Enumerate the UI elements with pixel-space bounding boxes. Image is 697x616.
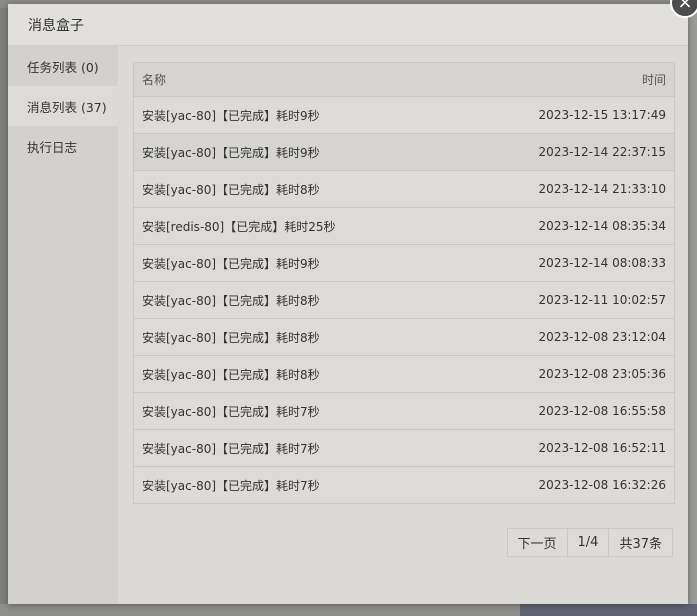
message-list-panel: 名称 时间 安装[yac-80]【已完成】耗时9秒 2023-12-15 13:1… [118, 46, 688, 604]
message-name: 安装[yac-80]【已完成】耗时7秒 [142, 441, 320, 456]
message-table: 名称 时间 安装[yac-80]【已完成】耗时9秒 2023-12-15 13:1… [133, 62, 675, 504]
table-row: 安装[yac-80]【已完成】耗时9秒 2023-12-14 08:08:33 [134, 244, 674, 281]
total-count: 共37条 [608, 529, 672, 556]
dialog-title: 消息盒子 [28, 17, 84, 34]
message-name: 安装[yac-80]【已完成】耗时8秒 [142, 367, 320, 382]
sidebar-item-messages[interactable]: 消息列表 (37) [8, 86, 118, 126]
sidebar-item-label: 任务列表 (0) [27, 59, 99, 75]
background-page-bottom [0, 604, 697, 616]
table-row: 安装[yac-80]【已完成】耗时8秒 2023-12-14 21:33:10 [134, 170, 674, 207]
table-header: 名称 时间 [134, 63, 674, 96]
message-time: 2023-12-08 23:05:36 [538, 367, 666, 381]
message-time: 2023-12-14 08:08:33 [538, 256, 666, 270]
table-row: 安装[yac-80]【已完成】耗时7秒 2023-12-08 16:55:58 [134, 392, 674, 429]
message-box-dialog: 消息盒子 × 任务列表 (0) 消息列表 (37) 执行日志 名称 时间 安装[… [8, 0, 697, 604]
page-indicator: 1/4 [566, 529, 609, 556]
sidebar-item-tasks[interactable]: 任务列表 (0) [8, 46, 118, 86]
sidebar-item-execution-log[interactable]: 执行日志 [8, 126, 118, 166]
table-row: 安装[yac-80]【已完成】耗时9秒 2023-12-14 22:37:15 [134, 133, 674, 170]
message-name: 安装[redis-80]【已完成】耗时25秒 [142, 219, 336, 234]
sidebar-item-label: 执行日志 [27, 139, 78, 155]
message-time: 2023-12-08 23:12:04 [538, 330, 666, 344]
message-time: 2023-12-08 16:32:26 [538, 478, 666, 492]
message-time: 2023-12-14 21:33:10 [538, 182, 666, 196]
table-row: 安装[yac-80]【已完成】耗时8秒 2023-12-08 23:05:36 [134, 355, 674, 392]
message-name: 安装[yac-80]【已完成】耗时8秒 [142, 182, 320, 197]
table-row: 安装[redis-80]【已完成】耗时25秒 2023-12-14 08:35:3… [134, 207, 674, 244]
message-time: 2023-12-15 13:17:49 [538, 108, 666, 122]
sidebar: 任务列表 (0) 消息列表 (37) 执行日志 [8, 46, 118, 604]
table-row: 安装[yac-80]【已完成】耗时9秒 2023-12-15 13:17:49 [134, 96, 674, 133]
message-time: 2023-12-08 16:52:11 [538, 441, 666, 455]
message-time: 2023-12-08 16:55:58 [538, 404, 666, 418]
message-time: 2023-12-11 10:02:57 [538, 293, 666, 307]
message-time: 2023-12-14 22:37:15 [538, 145, 666, 159]
table-row: 安装[yac-80]【已完成】耗时8秒 2023-12-11 10:02:57 [134, 281, 674, 318]
message-name: 安装[yac-80]【已完成】耗时7秒 [142, 404, 320, 419]
message-name: 安装[yac-80]【已完成】耗时8秒 [142, 293, 320, 308]
message-time: 2023-12-14 08:35:34 [538, 219, 666, 233]
pagination: 下一页 1/4 共37条 [506, 528, 673, 557]
table-row: 安装[yac-80]【已完成】耗时7秒 2023-12-08 16:52:11 [134, 429, 674, 466]
message-name: 安装[yac-80]【已完成】耗时8秒 [142, 330, 320, 345]
column-header-name: 名称 [142, 73, 167, 87]
message-name: 安装[yac-80]【已完成】耗时7秒 [142, 478, 320, 493]
next-page-button[interactable]: 下一页 [508, 529, 567, 556]
table-row: 安装[yac-80]【已完成】耗时8秒 2023-12-08 23:12:04 [134, 318, 674, 355]
column-header-time: 时间 [641, 73, 666, 87]
dialog-header: 消息盒子 [8, 4, 688, 46]
table-row: 安装[yac-80]【已完成】耗时7秒 2023-12-08 16:32:26 [134, 466, 674, 503]
sidebar-item-label: 消息列表 (37) [27, 99, 107, 115]
message-name: 安装[yac-80]【已完成】耗时9秒 [142, 145, 320, 160]
message-name: 安装[yac-80]【已完成】耗时9秒 [142, 256, 320, 271]
message-name: 安装[yac-80]【已完成】耗时9秒 [142, 108, 320, 123]
